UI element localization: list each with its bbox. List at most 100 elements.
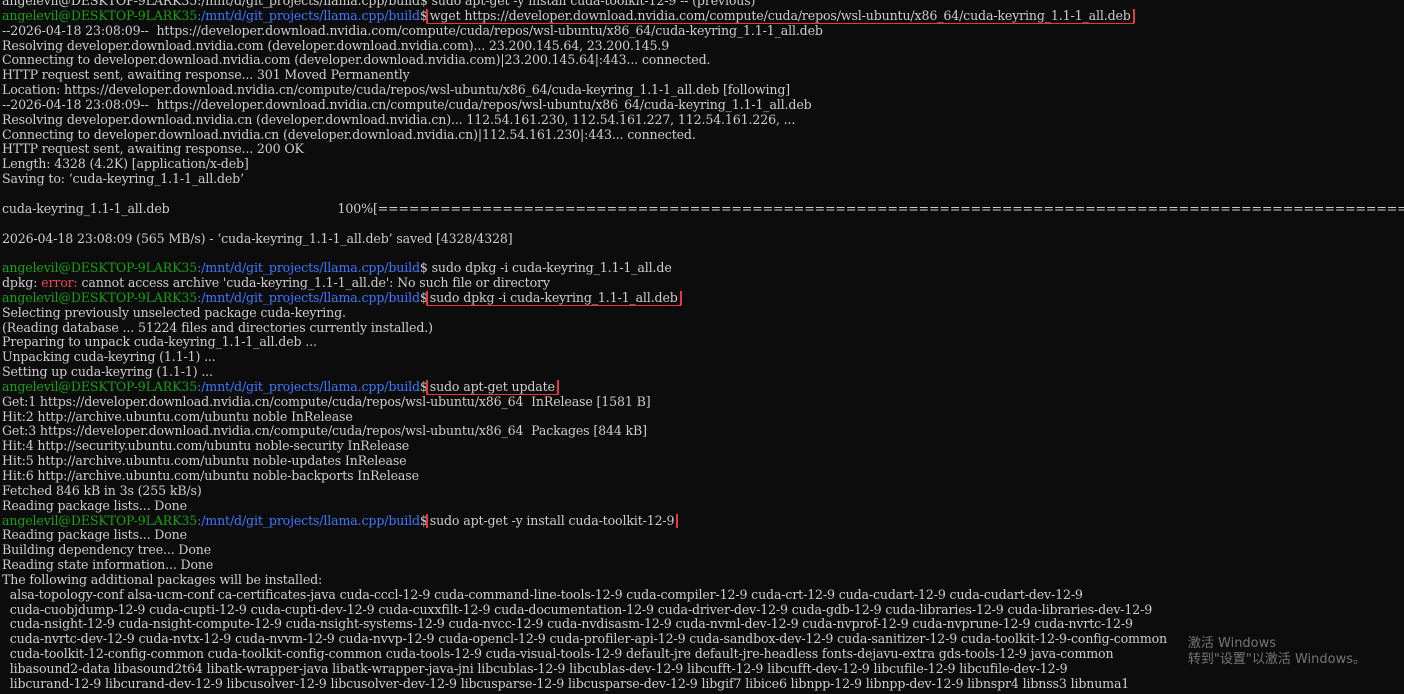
output-text: Setting up cuda-keyring (1.1-1) ... xyxy=(2,365,213,380)
output-text: Fetched 846 kB in 3s (255 kB/s) xyxy=(2,483,202,498)
terminal-line: Saving to: ‘cuda-keyring_1.1-1_all.deb’ xyxy=(2,172,1404,187)
watermark-line-1: 激活 Windows xyxy=(1187,636,1277,651)
output-text: 2026-04-18 23:08:09 (565 MB/s) - ‘cuda-k… xyxy=(2,231,513,246)
output-text: HTTP request sent, awaiting response... … xyxy=(2,68,410,83)
terminal-line: Length: 4328 (4.2K) [application/x-deb] xyxy=(2,157,1404,172)
terminal-line: Setting up cuda-keyring (1.1-1) ... xyxy=(2,365,1404,380)
terminal-line: angelevil@DESKTOP-9LARK35:/mnt/d/git_pro… xyxy=(2,379,1404,395)
output-text: --2026-04-18 23:08:09-- https://develope… xyxy=(2,23,823,38)
highlighted-command: wget https://developer.download.nvidia.c… xyxy=(425,8,1135,24)
output-text: cuda-toolkit-12-config-common cuda-toolk… xyxy=(2,647,1114,662)
terminal-line: Resolving developer.download.nvidia.com … xyxy=(2,39,1404,54)
output-text: --2026-04-18 23:08:09-- https://develope… xyxy=(2,97,812,112)
terminal-line: The following additional packages will b… xyxy=(2,573,1404,588)
prompt-symbol: $ xyxy=(419,290,428,305)
output-text: libcurand-12-9 libcurand-dev-12-9 libcus… xyxy=(2,676,1130,691)
terminal-line: Reading package lists... Done xyxy=(2,528,1404,543)
prompt-user: angelevil@DESKTOP-9LARK35 xyxy=(2,8,198,23)
terminal-output: angelevil@DESKTOP-9LARK35:/mnt/d/git_pro… xyxy=(2,0,1404,692)
terminal-line: Location: https://developer.download.nvi… xyxy=(2,83,1404,98)
output-text: Reading state information... Done xyxy=(2,558,214,573)
terminal-line: alsa-topology-conf alsa-ucm-conf ca-cert… xyxy=(2,588,1404,603)
terminal-line: Reading state information... Done xyxy=(2,558,1404,573)
output-text: Get:1 https://developer.download.nvidia.… xyxy=(2,394,651,409)
output-text: Reading package lists... Done xyxy=(2,498,187,513)
terminal-line: cuda-cuobjdump-12-9 cuda-cupti-12-9 cuda… xyxy=(2,603,1404,618)
watermark-line-2: 转到"设置"以激活 Windows。 xyxy=(1187,652,1366,667)
download-progress-line: cuda-keyring_1.1-1_all.deb 100%[=========… xyxy=(2,202,1404,217)
prompt-symbol: $ xyxy=(419,513,428,528)
prompt-path: :/mnt/d/git_projects/llama.cpp/build xyxy=(197,261,420,276)
command-text: sudo dpkg -i cuda-keyring_1.1-1_all.de xyxy=(431,261,672,276)
highlighted-command: sudo dpkg -i cuda-keyring_1.1-1_all.deb xyxy=(425,290,682,306)
terminal-line: Resolving developer.download.nvidia.cn (… xyxy=(2,113,1404,128)
output-text: cuda-nvrtc-dev-12-9 cuda-nvtx-12-9 cuda-… xyxy=(2,632,1168,647)
output-text: Get:3 https://developer.download.nvidia.… xyxy=(2,424,647,439)
progress-bar: [=======================================… xyxy=(372,201,1404,216)
terminal-line: angelevil@DESKTOP-9LARK35:/mnt/d/git_pro… xyxy=(2,8,1404,24)
terminal-line: Connecting to developer.download.nvidia.… xyxy=(2,128,1404,143)
output-text: angelevil@DESKTOP-9LARK35:/mnt/d/git_pro… xyxy=(2,0,756,8)
terminal-line: (Reading database ... 51224 files and di… xyxy=(2,321,1404,336)
terminal-line: HTTP request sent, awaiting response... … xyxy=(2,68,1404,83)
output-text: libasound2-data libasound2t64 libatk-wra… xyxy=(2,661,1068,676)
output-text: Location: https://developer.download.nvi… xyxy=(2,83,791,98)
output-text: (Reading database ... 51224 files and di… xyxy=(2,320,433,335)
prompt-symbol: $ xyxy=(419,379,428,394)
terminal-line: angelevil@DESKTOP-9LARK35:/mnt/d/git_pro… xyxy=(2,513,1404,529)
prompt-path: :/mnt/d/git_projects/llama.cpp/build xyxy=(197,513,420,528)
prompt-user: angelevil@DESKTOP-9LARK35 xyxy=(2,261,198,276)
output-text: Hit:6 http://archive.ubuntu.com/ubuntu n… xyxy=(2,469,419,483)
output-text: Reading package lists... Done xyxy=(2,528,187,543)
output-text: alsa-topology-conf alsa-ucm-conf ca-cert… xyxy=(2,587,1083,602)
prompt-path: :/mnt/d/git_projects/llama.cpp/build xyxy=(197,290,420,305)
output-text: Hit:2 http://archive.ubuntu.com/ubuntu n… xyxy=(2,409,353,424)
progress-percent: 100% xyxy=(337,201,374,216)
terminal-line: Preparing to unpack cuda-keyring_1.1-1_a… xyxy=(2,335,1404,350)
error-prefix: dpkg: xyxy=(2,276,42,291)
activate-windows-watermark: 激活 Windows 转到"设置"以激活 Windows。 xyxy=(1188,636,1366,668)
output-text: cuda-nsight-12-9 cuda-nsight-compute-12-… xyxy=(2,617,1133,632)
terminal-line: Hit:5 http://archive.ubuntu.com/ubuntu n… xyxy=(2,454,1404,469)
output-text: Connecting to developer.download.nvidia.… xyxy=(2,127,696,142)
terminal-line: Connecting to developer.download.nvidia.… xyxy=(2,53,1404,68)
prompt-path: :/mnt/d/git_projects/llama.cpp/build xyxy=(197,8,420,23)
error-label: error: xyxy=(41,276,78,291)
output-text: Building dependency tree... Done xyxy=(2,543,212,558)
progress-filename: cuda-keyring_1.1-1_all.deb xyxy=(2,201,170,216)
terminal-line: HTTP request sent, awaiting response... … xyxy=(2,142,1404,157)
output-text: Connecting to developer.download.nvidia.… xyxy=(2,53,711,68)
terminal-line: Reading package lists... Done xyxy=(2,499,1404,514)
terminal-line: Unpacking cuda-keyring (1.1-1) ... xyxy=(2,350,1404,365)
terminal-line: 2026-04-18 23:08:09 (565 MB/s) - ‘cuda-k… xyxy=(2,232,1404,247)
error-message: cannot access archive 'cuda-keyring_1.1-… xyxy=(77,276,550,291)
output-text: Saving to: ‘cuda-keyring_1.1-1_all.deb’ xyxy=(2,172,244,187)
prompt-symbol: $ xyxy=(419,261,428,276)
output-text: Hit:5 http://archive.ubuntu.com/ubuntu n… xyxy=(2,454,407,469)
terminal-line: angelevil@DESKTOP-9LARK35:/mnt/d/git_pro… xyxy=(2,290,1404,306)
terminal-line: --2026-04-18 23:08:09-- https://develope… xyxy=(2,24,1404,39)
output-text: HTTP request sent, awaiting response... … xyxy=(2,142,304,157)
output-text: Selecting previously unselected package … xyxy=(2,305,346,320)
terminal-line: Building dependency tree... Done xyxy=(2,543,1404,558)
terminal-line: Hit:4 http://security.ubuntu.com/ubuntu … xyxy=(2,439,1404,454)
terminal-line: angelevil@DESKTOP-9LARK35:/mnt/d/git_pro… xyxy=(2,261,1404,276)
terminal-line: Fetched 846 kB in 3s (255 kB/s) xyxy=(2,484,1404,499)
prompt-user: angelevil@DESKTOP-9LARK35 xyxy=(2,379,198,394)
output-text: Resolving developer.download.nvidia.cn (… xyxy=(2,112,796,127)
prompt-symbol: $ xyxy=(419,8,428,23)
terminal-line: Get:3 https://developer.download.nvidia.… xyxy=(2,424,1404,439)
output-text: cuda-cuobjdump-12-9 cuda-cupti-12-9 cuda… xyxy=(2,602,1153,617)
output-text: The following additional packages will b… xyxy=(2,572,323,587)
terminal-line: Hit:2 http://archive.ubuntu.com/ubuntu n… xyxy=(2,410,1404,425)
terminal-window[interactable]: angelevil@DESKTOP-9LARK35:/mnt/d/git_pro… xyxy=(0,0,1404,694)
prompt-user: angelevil@DESKTOP-9LARK35 xyxy=(2,513,198,528)
output-text: Length: 4328 (4.2K) [application/x-deb] xyxy=(2,157,249,172)
highlighted-command: sudo apt-get -y install cuda-toolkit-12-… xyxy=(425,513,679,529)
terminal-line: dpkg: error: cannot access archive 'cuda… xyxy=(2,276,1404,291)
prompt-path: :/mnt/d/git_projects/llama.cpp/build xyxy=(197,379,420,394)
terminal-line: Selecting previously unselected package … xyxy=(2,306,1404,321)
